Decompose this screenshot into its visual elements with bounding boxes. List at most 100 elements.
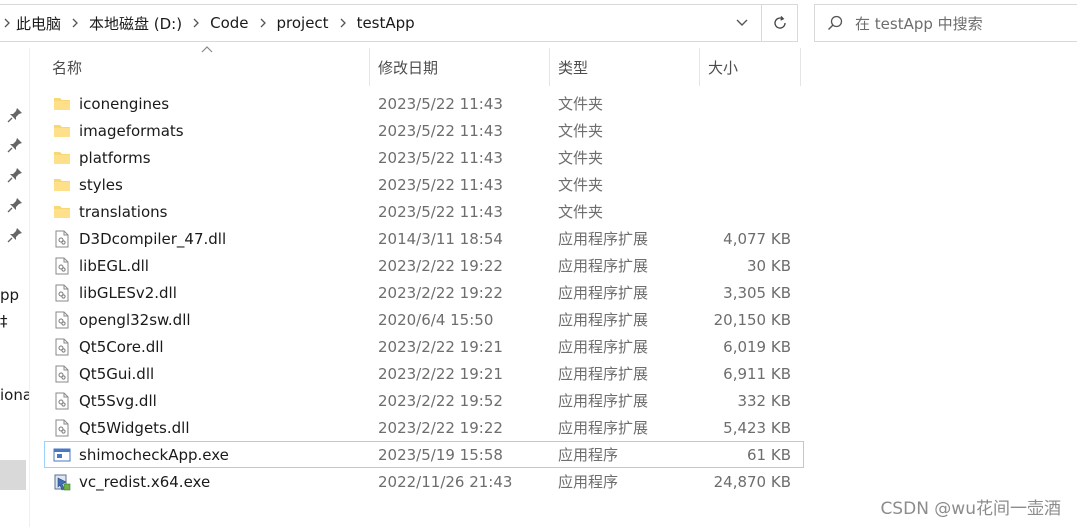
file-row[interactable]: libEGL.dll 2023/2/22 19:22 应用程序扩展 30 KB (44, 252, 804, 279)
file-size: 24,870 KB (713, 472, 791, 491)
file-date: 2023/2/22 19:21 (378, 337, 503, 356)
file-type: 应用程序扩展 (558, 419, 649, 437)
pane-divider (29, 48, 30, 527)
file-row[interactable]: iconengines 2023/5/22 11:43 文件夹 (44, 90, 804, 117)
file-name: Qt5Svg.dll (79, 391, 157, 410)
chevron-right-icon (0, 5, 14, 41)
chevron-right-icon[interactable] (251, 5, 275, 41)
dll-file-icon (52, 283, 72, 303)
watermark: CSDN @wu花间一壶酒 (880, 499, 1061, 519)
file-type: 应用程序扩展 (558, 284, 649, 302)
nav-item-selected[interactable] (0, 460, 26, 490)
toolbar: 此电脑 本地磁盘 (D:) Code project testApp 在 tes… (0, 0, 1077, 48)
file-size: 61 KB (747, 445, 791, 464)
breadcrumb-project[interactable]: project (275, 5, 331, 41)
dll-file-icon (52, 310, 72, 330)
file-row[interactable]: D3Dcompiler_47.dll 2014/3/11 18:54 应用程序扩… (44, 225, 804, 252)
nav-item-label[interactable]: ‡ (0, 312, 8, 330)
nav-item-label[interactable]: iona (0, 386, 30, 404)
file-date: 2023/5/22 11:43 (378, 175, 503, 194)
file-date: 2014/3/11 18:54 (378, 229, 503, 248)
installer-icon (52, 472, 72, 492)
file-date: 2020/6/4 15:50 (378, 310, 494, 329)
nav-item-label[interactable]: pp (0, 286, 19, 304)
breadcrumb-code[interactable]: Code (208, 5, 250, 41)
file-type: 应用程序 (558, 446, 619, 464)
file-size: 5,423 KB (723, 418, 791, 437)
file-row[interactable]: Qt5Core.dll 2023/2/22 19:21 应用程序扩展 6,019… (44, 333, 804, 360)
column-header-type[interactable]: 类型 (550, 48, 700, 86)
file-row[interactable]: Qt5Gui.dll 2023/2/22 19:21 应用程序扩展 6,911 … (44, 360, 804, 387)
file-date: 2022/11/26 21:43 (378, 472, 513, 491)
file-type: 文件夹 (558, 203, 604, 221)
dll-file-icon (52, 364, 72, 384)
file-row[interactable]: translations 2023/5/22 11:43 文件夹 (44, 198, 804, 225)
file-row[interactable]: styles 2023/5/22 11:43 文件夹 (44, 171, 804, 198)
column-header-date[interactable]: 修改日期 (370, 48, 550, 86)
file-date: 2023/2/22 19:22 (378, 256, 503, 275)
navigation-pane: ᵒ pp ‡ iona (0, 48, 30, 527)
file-date: 2023/5/22 11:43 (378, 148, 503, 167)
file-name: platforms (79, 148, 151, 167)
file-name: vc_redist.x64.exe (79, 472, 211, 491)
file-size: 20,150 KB (713, 310, 791, 329)
column-header-size[interactable]: 大小 (700, 48, 801, 86)
file-name: D3Dcompiler_47.dll (79, 229, 227, 248)
folder-icon (52, 148, 72, 168)
search-input[interactable]: 在 testApp 中搜索 (855, 13, 983, 34)
folder-icon (52, 202, 72, 222)
file-name: iconengines (79, 94, 170, 113)
file-row[interactable]: opengl32sw.dll 2020/6/4 15:50 应用程序扩展 20,… (44, 306, 804, 333)
file-row[interactable]: shimocheckApp.exe 2023/5/19 15:58 应用程序 6… (44, 441, 804, 468)
chevron-right-icon[interactable] (184, 5, 208, 41)
refresh-icon (773, 16, 786, 29)
file-date: 2023/2/22 19:22 (378, 418, 503, 437)
column-header: 名称 修改日期 类型 大小 (44, 46, 804, 86)
file-name: Qt5Core.dll (79, 337, 164, 356)
file-row[interactable]: imageformats 2023/5/22 11:43 文件夹 (44, 117, 804, 144)
chevron-down-icon (736, 19, 748, 26)
address-bar[interactable]: 此电脑 本地磁盘 (D:) Code project testApp (0, 4, 762, 42)
file-name: libEGL.dll (79, 256, 149, 275)
file-row[interactable]: platforms 2023/5/22 11:43 文件夹 (44, 144, 804, 171)
file-type: 应用程序扩展 (558, 392, 649, 410)
file-type: 应用程序扩展 (558, 257, 649, 275)
column-header-name[interactable]: 名称 (44, 48, 370, 86)
file-row[interactable]: vc_redist.x64.exe 2022/11/26 21:43 应用程序 … (44, 468, 804, 495)
pin-icon (6, 136, 24, 154)
file-row[interactable]: libGLESv2.dll 2023/2/22 19:22 应用程序扩展 3,3… (44, 279, 804, 306)
file-name: Qt5Widgets.dll (79, 418, 190, 437)
breadcrumb-this-pc[interactable]: 此电脑 (14, 5, 63, 41)
file-list: iconengines 2023/5/22 11:43 文件夹 imagefor… (44, 90, 804, 495)
search-box[interactable]: 在 testApp 中搜索 (814, 4, 1077, 42)
folder-icon (52, 121, 72, 141)
file-date: 2023/5/22 11:43 (378, 121, 503, 140)
file-type: 应用程序扩展 (558, 311, 649, 329)
dll-file-icon (52, 418, 72, 438)
file-name: Qt5Gui.dll (79, 364, 155, 383)
file-type: 应用程序扩展 (558, 230, 649, 248)
pin-icon (6, 106, 24, 124)
file-name: opengl32sw.dll (79, 310, 191, 329)
file-row[interactable]: Qt5Svg.dll 2023/2/22 19:52 应用程序扩展 332 KB (44, 387, 804, 414)
address-history-dropdown[interactable] (723, 5, 761, 41)
file-name: imageformats (79, 121, 184, 140)
chevron-right-icon[interactable] (63, 5, 87, 41)
file-type: 应用程序 (558, 473, 619, 491)
chevron-right-icon[interactable] (331, 5, 355, 41)
pin-icon (6, 226, 24, 244)
folder-icon (52, 175, 72, 195)
file-type: 文件夹 (558, 122, 604, 140)
breadcrumb-testapp[interactable]: testApp (355, 5, 417, 41)
file-type: 应用程序扩展 (558, 338, 649, 356)
file-size: 332 KB (737, 391, 791, 410)
folder-icon (52, 94, 72, 114)
column-divider[interactable] (800, 48, 801, 86)
file-size: 6,911 KB (723, 364, 791, 383)
file-row[interactable]: Qt5Widgets.dll 2023/2/22 19:22 应用程序扩展 5,… (44, 414, 804, 441)
file-name: styles (79, 175, 123, 194)
refresh-button[interactable] (762, 4, 798, 42)
dll-file-icon (52, 256, 72, 276)
breadcrumb-local-disk[interactable]: 本地磁盘 (D:) (87, 5, 184, 41)
file-date: 2023/2/22 19:22 (378, 283, 503, 302)
